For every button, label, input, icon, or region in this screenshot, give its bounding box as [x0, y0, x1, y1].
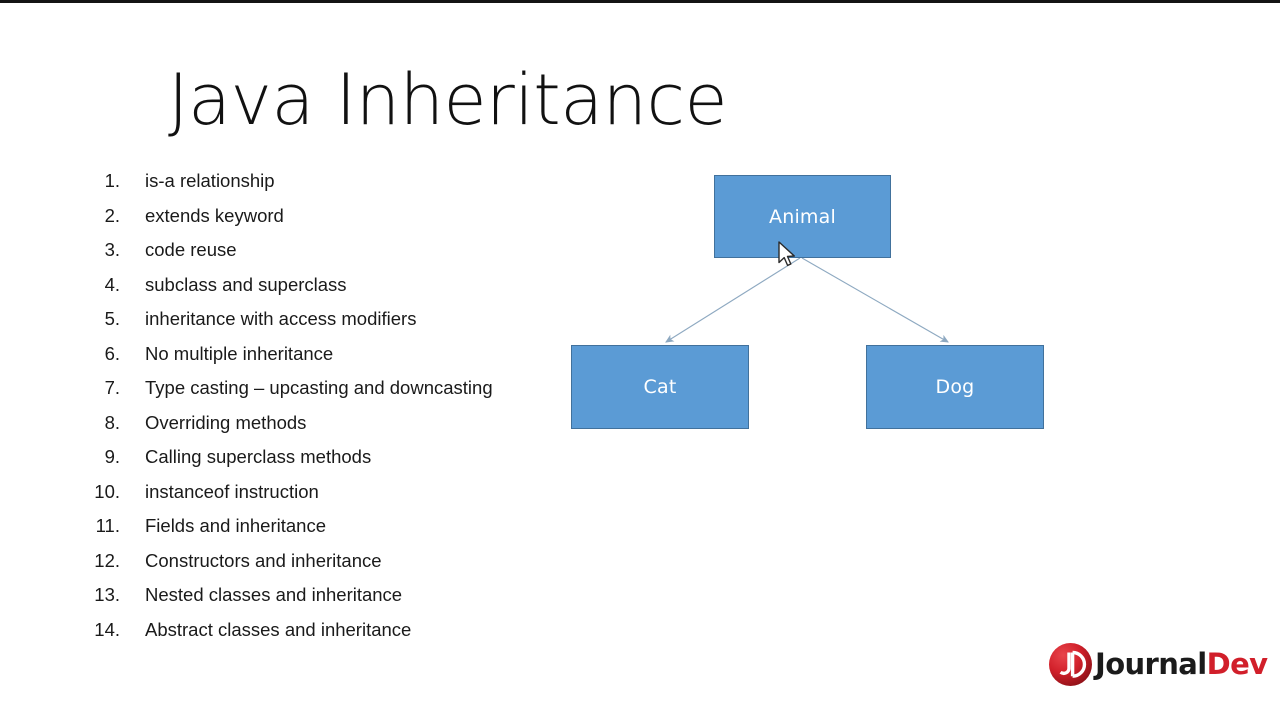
class-node-label: Dog [935, 376, 975, 398]
list-item-label: code reuse [145, 239, 237, 260]
list-item: 10. instanceof instruction [80, 481, 600, 516]
journaldev-badge-icon [1048, 642, 1093, 687]
list-item-number: 12. [94, 549, 120, 571]
list-item-label: Constructors and inheritance [145, 549, 382, 571]
list-item: 13. Nested classes and inheritance [80, 584, 600, 619]
list-item-label: is-a relationship [145, 170, 275, 191]
list-item: 3. code reuse [80, 239, 600, 274]
journaldev-logo: JournalDev [1048, 641, 1268, 687]
list-item: 7. Type casting – upcasting and downcast… [80, 377, 600, 412]
list-item-number: 10. [94, 480, 120, 502]
list-item-label: Fields and inheritance [145, 515, 326, 536]
class-node-dog[interactable]: Dog [866, 345, 1044, 429]
list-item-label: inheritance with access modifiers [145, 308, 417, 329]
list-item: 1. is-a relationship [80, 170, 600, 205]
connector-animal-cat [665, 257, 801, 343]
list-item-number: 2. [104, 204, 120, 226]
list-item: 4. subclass and superclass [80, 274, 600, 309]
list-item: 6. No multiple inheritance [80, 343, 600, 378]
list-item: 8. Overriding methods [80, 412, 600, 447]
list-item-number: 13. [94, 584, 120, 605]
logo-word-journal: Journal [1095, 646, 1207, 681]
topic-list: 1. is-a relationship 2. extends keyword … [80, 170, 600, 653]
list-item-label: Calling superclass methods [145, 446, 372, 467]
slide-top-border [0, 0, 1280, 3]
list-item-label: No multiple inheritance [145, 342, 334, 364]
page-title: Java Inheritance [168, 59, 728, 141]
list-item-number: 7. [104, 377, 120, 398]
list-item-number: 11. [95, 515, 120, 536]
logo-word-dev: Dev [1206, 646, 1268, 681]
list-item-number: 5. [104, 308, 120, 329]
list-item-number: 6. [104, 342, 120, 364]
list-item-number: 1. [104, 170, 120, 191]
list-item-label: instanceof instruction [145, 480, 319, 502]
list-item: 12. Constructors and inheritance [80, 550, 600, 585]
list-item: 11. Fields and inheritance [80, 515, 600, 550]
list-item: 2. extends keyword [80, 205, 600, 240]
list-item: 9. Calling superclass methods [80, 446, 600, 481]
list-item-number: 9. [104, 446, 120, 467]
list-item: 14. Abstract classes and inheritance [80, 619, 600, 654]
list-item-number: 14. [94, 618, 120, 640]
list-item-label: Overriding methods [145, 411, 307, 433]
list-item-label: extends keyword [145, 204, 284, 226]
class-node-animal[interactable]: Animal [714, 175, 891, 258]
presentation-slide: Java Inheritance 1. is-a relationship 2.… [0, 0, 1280, 720]
list-item-label: Type casting – upcasting and downcasting [145, 377, 493, 398]
list-item-label: Abstract classes and inheritance [145, 618, 412, 640]
list-item-number: 8. [104, 411, 120, 433]
connector-animal-dog [801, 257, 949, 343]
class-node-label: Animal [769, 205, 836, 228]
class-node-cat[interactable]: Cat [571, 345, 749, 429]
arrow-pointer-icon [778, 241, 795, 267]
class-node-label: Cat [643, 376, 677, 398]
mouse-cursor [776, 240, 798, 270]
list-item: 5. inheritance with access modifiers [80, 308, 600, 343]
list-item-label: Nested classes and inheritance [145, 584, 403, 605]
list-item-number: 4. [104, 273, 120, 295]
list-item-number: 3. [104, 239, 120, 260]
list-item-label: subclass and superclass [145, 273, 347, 295]
journaldev-wordmark: JournalDev [1095, 646, 1268, 681]
